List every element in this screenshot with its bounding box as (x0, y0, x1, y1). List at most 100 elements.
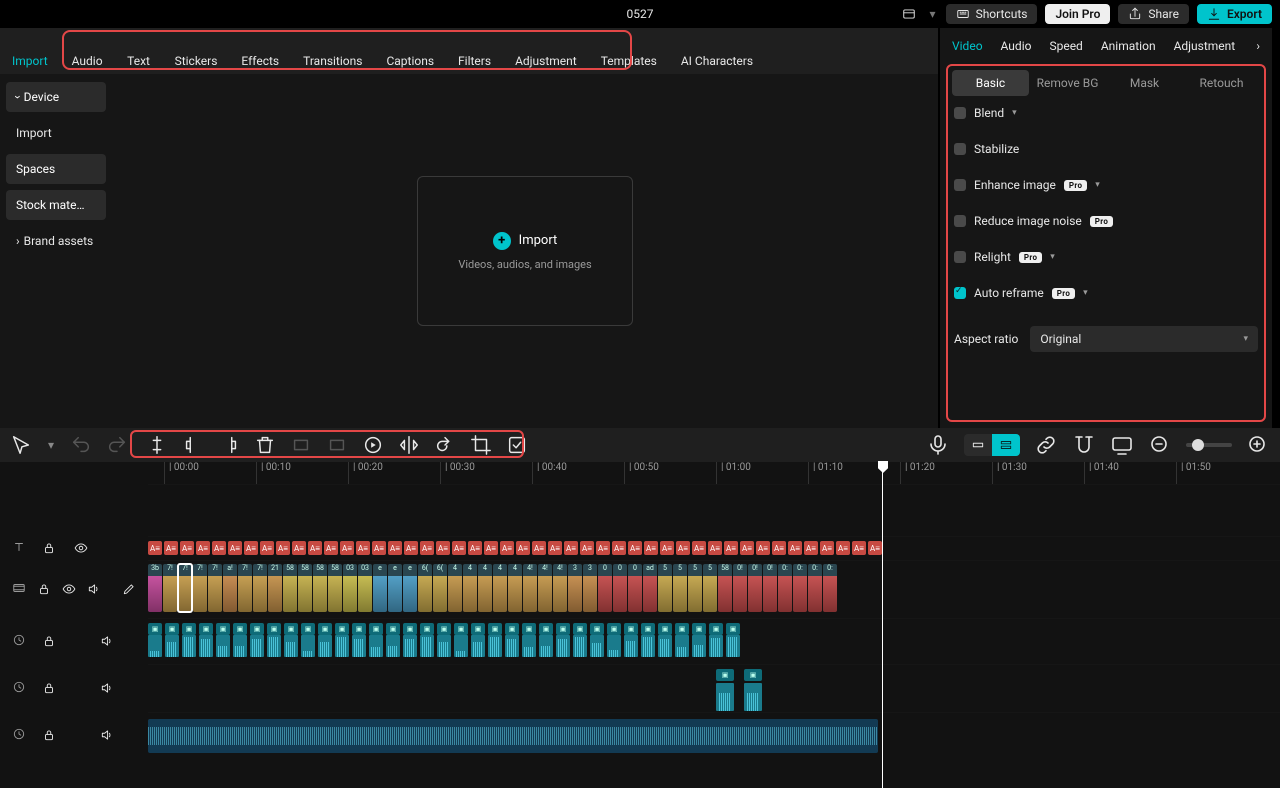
inspector-subtab-mask[interactable]: Mask (1106, 70, 1183, 96)
video-clip[interactable]: 7! (208, 564, 222, 612)
fx-marker[interactable]: ▣ (216, 623, 230, 635)
video-clip[interactable]: 03 (343, 564, 357, 612)
audio-segment[interactable] (301, 635, 315, 657)
sidebar-item[interactable]: Stock mate… (6, 190, 106, 220)
video-clip[interactable]: 5 (673, 564, 687, 612)
caption-chip[interactable]: A≡ (612, 541, 626, 555)
fx-marker[interactable]: ▣ (182, 623, 196, 635)
caption-chip[interactable]: A≡ (292, 541, 306, 555)
caption-chip[interactable]: A≡ (180, 541, 194, 555)
export-button[interactable]: Export (1197, 4, 1272, 24)
video-clip[interactable]: 4 (478, 564, 492, 612)
fx-marker[interactable]: ▣ (403, 623, 417, 635)
video-clip[interactable]: 7! (238, 564, 252, 612)
pointer-tool-icon[interactable] (10, 434, 32, 456)
audio-segment[interactable] (420, 635, 434, 657)
caption-chip[interactable]: A≡ (276, 541, 290, 555)
audio-segment[interactable] (607, 635, 621, 657)
caption-chip[interactable]: A≡ (196, 541, 210, 555)
inspector-tab-speed[interactable]: Speed (1049, 39, 1082, 53)
fx-marker[interactable]: ▣ (369, 623, 383, 635)
caption-chip[interactable]: A≡ (676, 541, 690, 555)
video-clip[interactable]: a! (223, 564, 237, 612)
audio-segment[interactable] (437, 635, 451, 657)
caption-chip[interactable]: A≡ (548, 541, 562, 555)
video-clip[interactable]: 0 (613, 564, 627, 612)
zoom-slider[interactable] (1186, 443, 1232, 447)
video-clip[interactable]: e (403, 564, 417, 612)
fx-marker[interactable]: ▣ (165, 623, 179, 635)
audio-segment[interactable] (403, 635, 417, 657)
lock-icon[interactable] (38, 537, 60, 559)
pointer-dropdown-icon[interactable]: ▾ (46, 434, 56, 456)
track-lane[interactable]: ▣▣ (148, 664, 1280, 712)
zoom-out-icon[interactable] (1148, 434, 1172, 456)
caption-chip[interactable]: A≡ (772, 541, 786, 555)
caption-chip[interactable]: A≡ (228, 541, 242, 555)
inspector-row-relight[interactable]: Relight Pro ▾ (954, 250, 1258, 264)
join-pro-button[interactable]: Join Pro (1045, 4, 1110, 24)
inspector-row-blend[interactable]: Blend ▾ (954, 106, 1258, 120)
tab-import[interactable]: Import (0, 28, 60, 74)
fx-marker[interactable]: ▣ (488, 623, 502, 635)
fx-marker[interactable]: ▣ (335, 623, 349, 635)
track-lane[interactable]: A≡A≡A≡A≡A≡A≡A≡A≡A≡A≡A≡A≡A≡A≡A≡A≡A≡A≡A≡A≡… (148, 536, 1280, 560)
view-mode-segment[interactable] (964, 434, 1020, 456)
caption-chip[interactable]: A≡ (324, 541, 338, 555)
audio-segment[interactable] (284, 635, 298, 657)
caption-chip[interactable]: A≡ (740, 541, 754, 555)
fx-marker[interactable]: ▣ (658, 623, 672, 635)
fx-marker[interactable]: ▣ (522, 623, 536, 635)
fx-marker[interactable]: ▣ (726, 623, 740, 635)
checkbox[interactable] (954, 143, 966, 155)
inspector-subtab-basic[interactable]: Basic (952, 70, 1029, 96)
tab-templates[interactable]: Templates (589, 28, 669, 74)
chevron-down-icon[interactable]: ▾ (1083, 288, 1088, 298)
video-clip[interactable]: 7! (193, 564, 207, 612)
lock-icon[interactable] (38, 677, 60, 699)
track-lane[interactable]: ▣▣▣▣▣▣▣▣▣▣▣▣▣▣▣▣▣▣▣▣▣▣▣▣▣▣▣▣▣▣▣▣▣▣▣ (148, 618, 1280, 664)
checkbox[interactable] (954, 107, 966, 119)
fx-marker[interactable]: ▣ (148, 623, 162, 635)
fx-marker[interactable]: ▣ (675, 623, 689, 635)
caption-chip[interactable]: A≡ (564, 541, 578, 555)
sidebar-item[interactable]: Spaces (6, 154, 106, 184)
mic-icon[interactable] (926, 434, 950, 456)
inspector-row-reframe[interactable]: Auto reframe Pro ▾ (954, 286, 1258, 300)
snap-icon[interactable] (1072, 434, 1096, 456)
chevron-down-icon[interactable]: ▾ (1050, 252, 1055, 262)
mute-icon[interactable] (86, 578, 101, 600)
video-clip[interactable]: 58 (718, 564, 732, 612)
video-clip[interactable]: 21 (268, 564, 282, 612)
caption-chip[interactable]: A≡ (628, 541, 642, 555)
video-clip[interactable]: ad (643, 564, 657, 612)
fx-marker[interactable]: ▣ (352, 623, 366, 635)
audio-segment[interactable] (522, 635, 536, 657)
fx-marker[interactable]: ▣ (539, 623, 553, 635)
video-clip[interactable]: 0! (763, 564, 777, 612)
audio-segment[interactable] (641, 635, 655, 657)
audio-segment[interactable] (199, 635, 213, 657)
audio-segment[interactable] (539, 635, 553, 657)
tab-adjustment[interactable]: Adjustment (503, 28, 589, 74)
fx-marker[interactable]: ▣ (505, 623, 519, 635)
fx-marker[interactable]: ▣ (556, 623, 570, 635)
audio-segment[interactable] (454, 635, 468, 657)
chevron-down-icon[interactable]: ▾ (1012, 108, 1017, 118)
video-clip[interactable]: 0: (793, 564, 807, 612)
video-clip[interactable]: 3 (568, 564, 582, 612)
track-lane[interactable] (148, 484, 1280, 536)
fx-marker[interactable]: ▣ (573, 623, 587, 635)
mute-icon[interactable] (96, 677, 118, 699)
video-clip[interactable]: 6( (418, 564, 432, 612)
video-clip[interactable]: 6( (433, 564, 447, 612)
shortcuts-button[interactable]: Shortcuts (946, 4, 1038, 24)
import-dropzone[interactable]: + Import Videos, audios, and images (417, 176, 633, 326)
audio-segment[interactable] (556, 635, 570, 657)
track-lane[interactable]: 3b7!7!7!7!a!7!7!21585858580303eee6(6(444… (148, 560, 1280, 618)
sidebar-item[interactable]: Brand assets (6, 226, 106, 256)
caption-chip[interactable]: A≡ (436, 541, 450, 555)
caption-chip[interactable]: A≡ (468, 541, 482, 555)
video-clip[interactable]: 5 (703, 564, 717, 612)
inspector-tabs-more-icon[interactable]: › (1256, 39, 1260, 53)
